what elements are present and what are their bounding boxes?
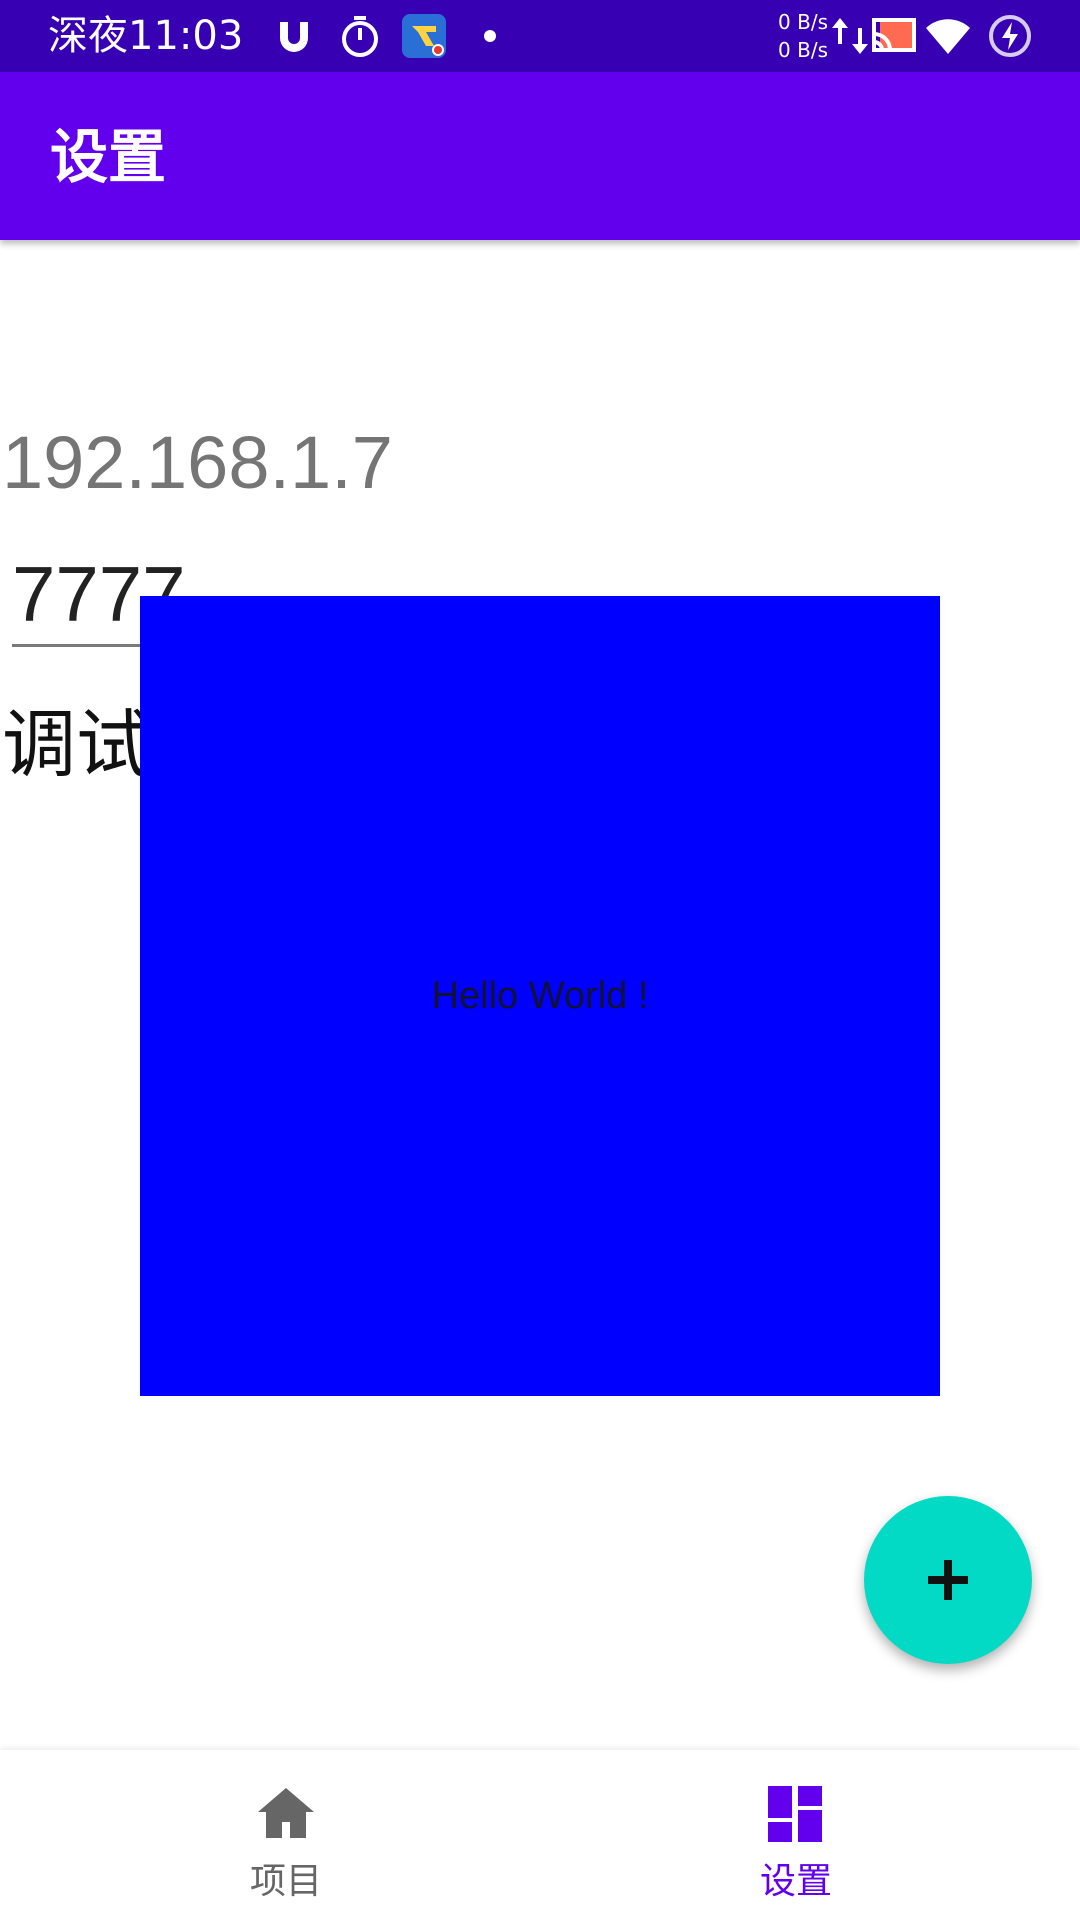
page-title: 设置 — [50, 123, 167, 191]
dream-app-icon — [402, 14, 446, 58]
download-speed: 0 B/s — [778, 38, 828, 62]
status-bar: 深夜11:03 0 B/s 0 B/s — [0, 0, 1080, 72]
status-time: 深夜11:03 — [48, 13, 244, 59]
nav-item-settings[interactable]: 设置 — [540, 1750, 1080, 1920]
nav-label-project: 项目 — [249, 1861, 322, 1902]
upload-speed: 0 B/s — [778, 10, 828, 34]
network-speed: 0 B/s 0 B/s — [768, 8, 828, 64]
nav-label-settings: 设置 — [759, 1861, 832, 1902]
plus-icon — [928, 1560, 968, 1600]
dot-icon — [484, 30, 496, 42]
ip-address-text: 192.168.1.7 — [2, 421, 393, 504]
cast-icon — [872, 18, 916, 52]
hello-world-text: Hello World ! — [431, 975, 649, 1017]
dashboard-icon — [768, 1786, 822, 1842]
hello-world-overlay: Hello World ! — [140, 596, 940, 1396]
debug-label[interactable]: 调试 — [2, 700, 150, 790]
nav-item-project[interactable]: 项目 — [0, 1750, 540, 1920]
bottom-navigation: 项目 设置 — [0, 1750, 1080, 1920]
transfer-arrows-icon — [832, 18, 868, 54]
timer-icon — [342, 16, 378, 57]
wifi-icon — [926, 19, 970, 54]
app-bar: 设置 — [0, 72, 1080, 240]
home-icon — [258, 1788, 314, 1838]
battery-charging-icon — [989, 15, 1031, 57]
magnet-icon — [280, 22, 308, 52]
add-button[interactable] — [864, 1496, 1032, 1664]
